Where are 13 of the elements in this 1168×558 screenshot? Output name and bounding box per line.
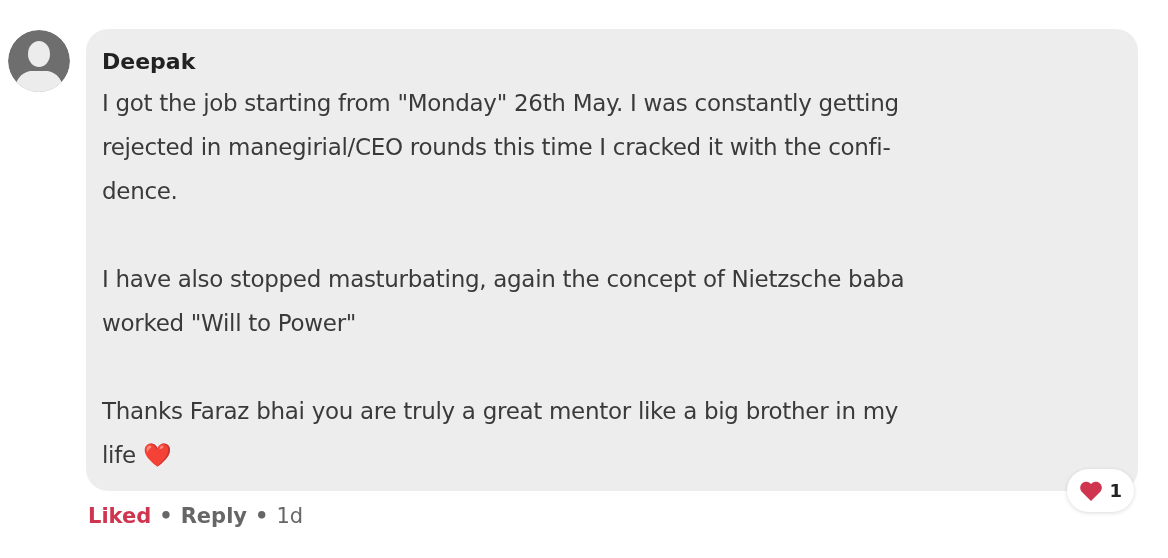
separator-dot: • xyxy=(159,503,173,531)
comment-paragraph: I got the job starting from "Monday" 26th May. I was constantly getting rejected in manegirial/CEO rounds this time I cracked it with the confi- dence. xyxy=(102,89,900,207)
avatar-icon xyxy=(8,30,70,92)
comment-paragraph: Thanks Faraz bhai you are truly a great mentor like a big brother in my life ❤ xyxy=(102,397,900,471)
author-name: Deepak xyxy=(102,49,197,76)
comment-time: 1d xyxy=(276,503,304,531)
reaction-badge[interactable]: 1 xyxy=(1067,469,1134,513)
comment-paragraph: I have also stopped masturbating, again the concept of Nietzsche baba worked "Will to Power" xyxy=(102,265,906,339)
like-link[interactable]: Liked xyxy=(88,501,152,533)
reaction-count: 1 xyxy=(1109,479,1122,504)
heart-icon xyxy=(1079,480,1104,501)
separator-dot: • xyxy=(255,503,269,531)
reply-link[interactable]: Reply xyxy=(180,501,248,533)
